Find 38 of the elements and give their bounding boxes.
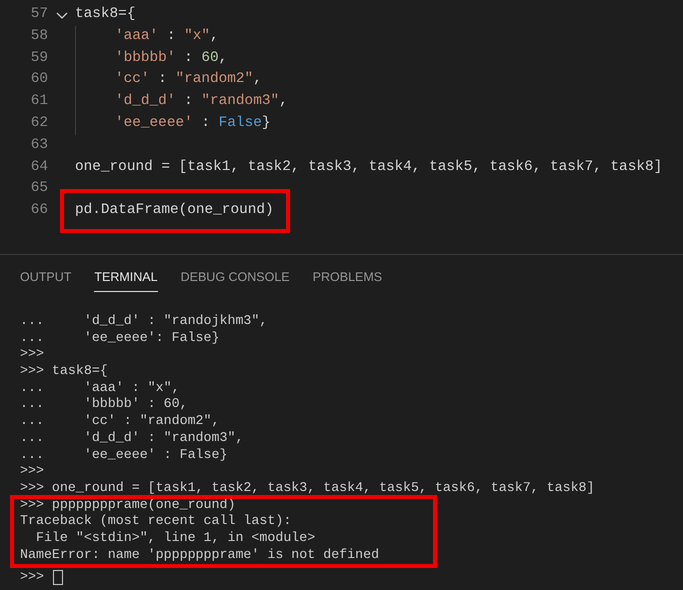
panel-tab[interactable]: OUTPUT: [20, 264, 72, 292]
line-number: 62: [30, 114, 48, 133]
line-number: 63: [30, 136, 48, 155]
code-line: 'bbbbb' : 60,: [115, 48, 228, 68]
line-number: 64: [30, 158, 48, 177]
terminal-line: >>> task8={: [20, 363, 108, 380]
line-number: 60: [30, 70, 48, 90]
terminal-line: ... 'ee_eeee': False}: [20, 330, 220, 346]
terminal-line: File "<stdin>", line 1, in <module>: [34, 530, 316, 547]
panel-tab[interactable]: DEBUG CONSOLE: [180, 264, 290, 292]
terminal-line: ... 'bbbbb' : 60,: [20, 396, 188, 414]
code-line: 'ee_eeee' : False}: [115, 114, 270, 133]
terminal-line: ... 'aaa' : "x",: [20, 380, 180, 396]
terminal-line: NameError: name 'pppppppprame' is not defined: [20, 546, 380, 564]
terminal-line: Traceback (most recent call last):: [20, 513, 292, 530]
terminal-line: >>>: [20, 569, 44, 586]
line-number: 58: [30, 26, 48, 46]
terminal-line: >>>: [20, 463, 44, 480]
line-number: 57: [30, 5, 48, 24]
line-number: 66: [30, 201, 48, 220]
line-number: 65: [30, 179, 48, 198]
code-line: task8={: [75, 5, 136, 24]
line-number: 61: [30, 92, 48, 112]
code-line: pd.DataFrame(one_round): [75, 201, 274, 220]
code-line: 'cc' : "random2",: [115, 70, 262, 90]
panel-tab[interactable]: TERMINAL: [94, 264, 158, 292]
code-line: one_round = [task1, task2, task3, task4, task5, task6, task7, task8]: [75, 158, 662, 177]
terminal-line: >>> pppppppprame(one_round): [20, 496, 236, 514]
terminal-line: ... 'd_d_d' : "random3",: [20, 430, 244, 447]
terminal-line: ... 'cc' : "random2",: [20, 413, 220, 430]
terminal-line: ... 'd_d_d' : "randojkhm3",: [20, 313, 268, 330]
panel-tab[interactable]: PROBLEMS: [312, 264, 382, 292]
terminal-line: >>> one_round = [task1, task2, task3, task4, task5, task6, task7, task8]: [20, 480, 595, 497]
code-line: 'aaa' : "x",: [115, 26, 219, 46]
terminal-line: ... 'ee_eeee' : False}: [20, 446, 228, 464]
code-line: 'd_d_d' : "random3",: [115, 92, 288, 112]
terminal-line: >>>: [20, 346, 44, 364]
line-number: 59: [30, 48, 48, 68]
